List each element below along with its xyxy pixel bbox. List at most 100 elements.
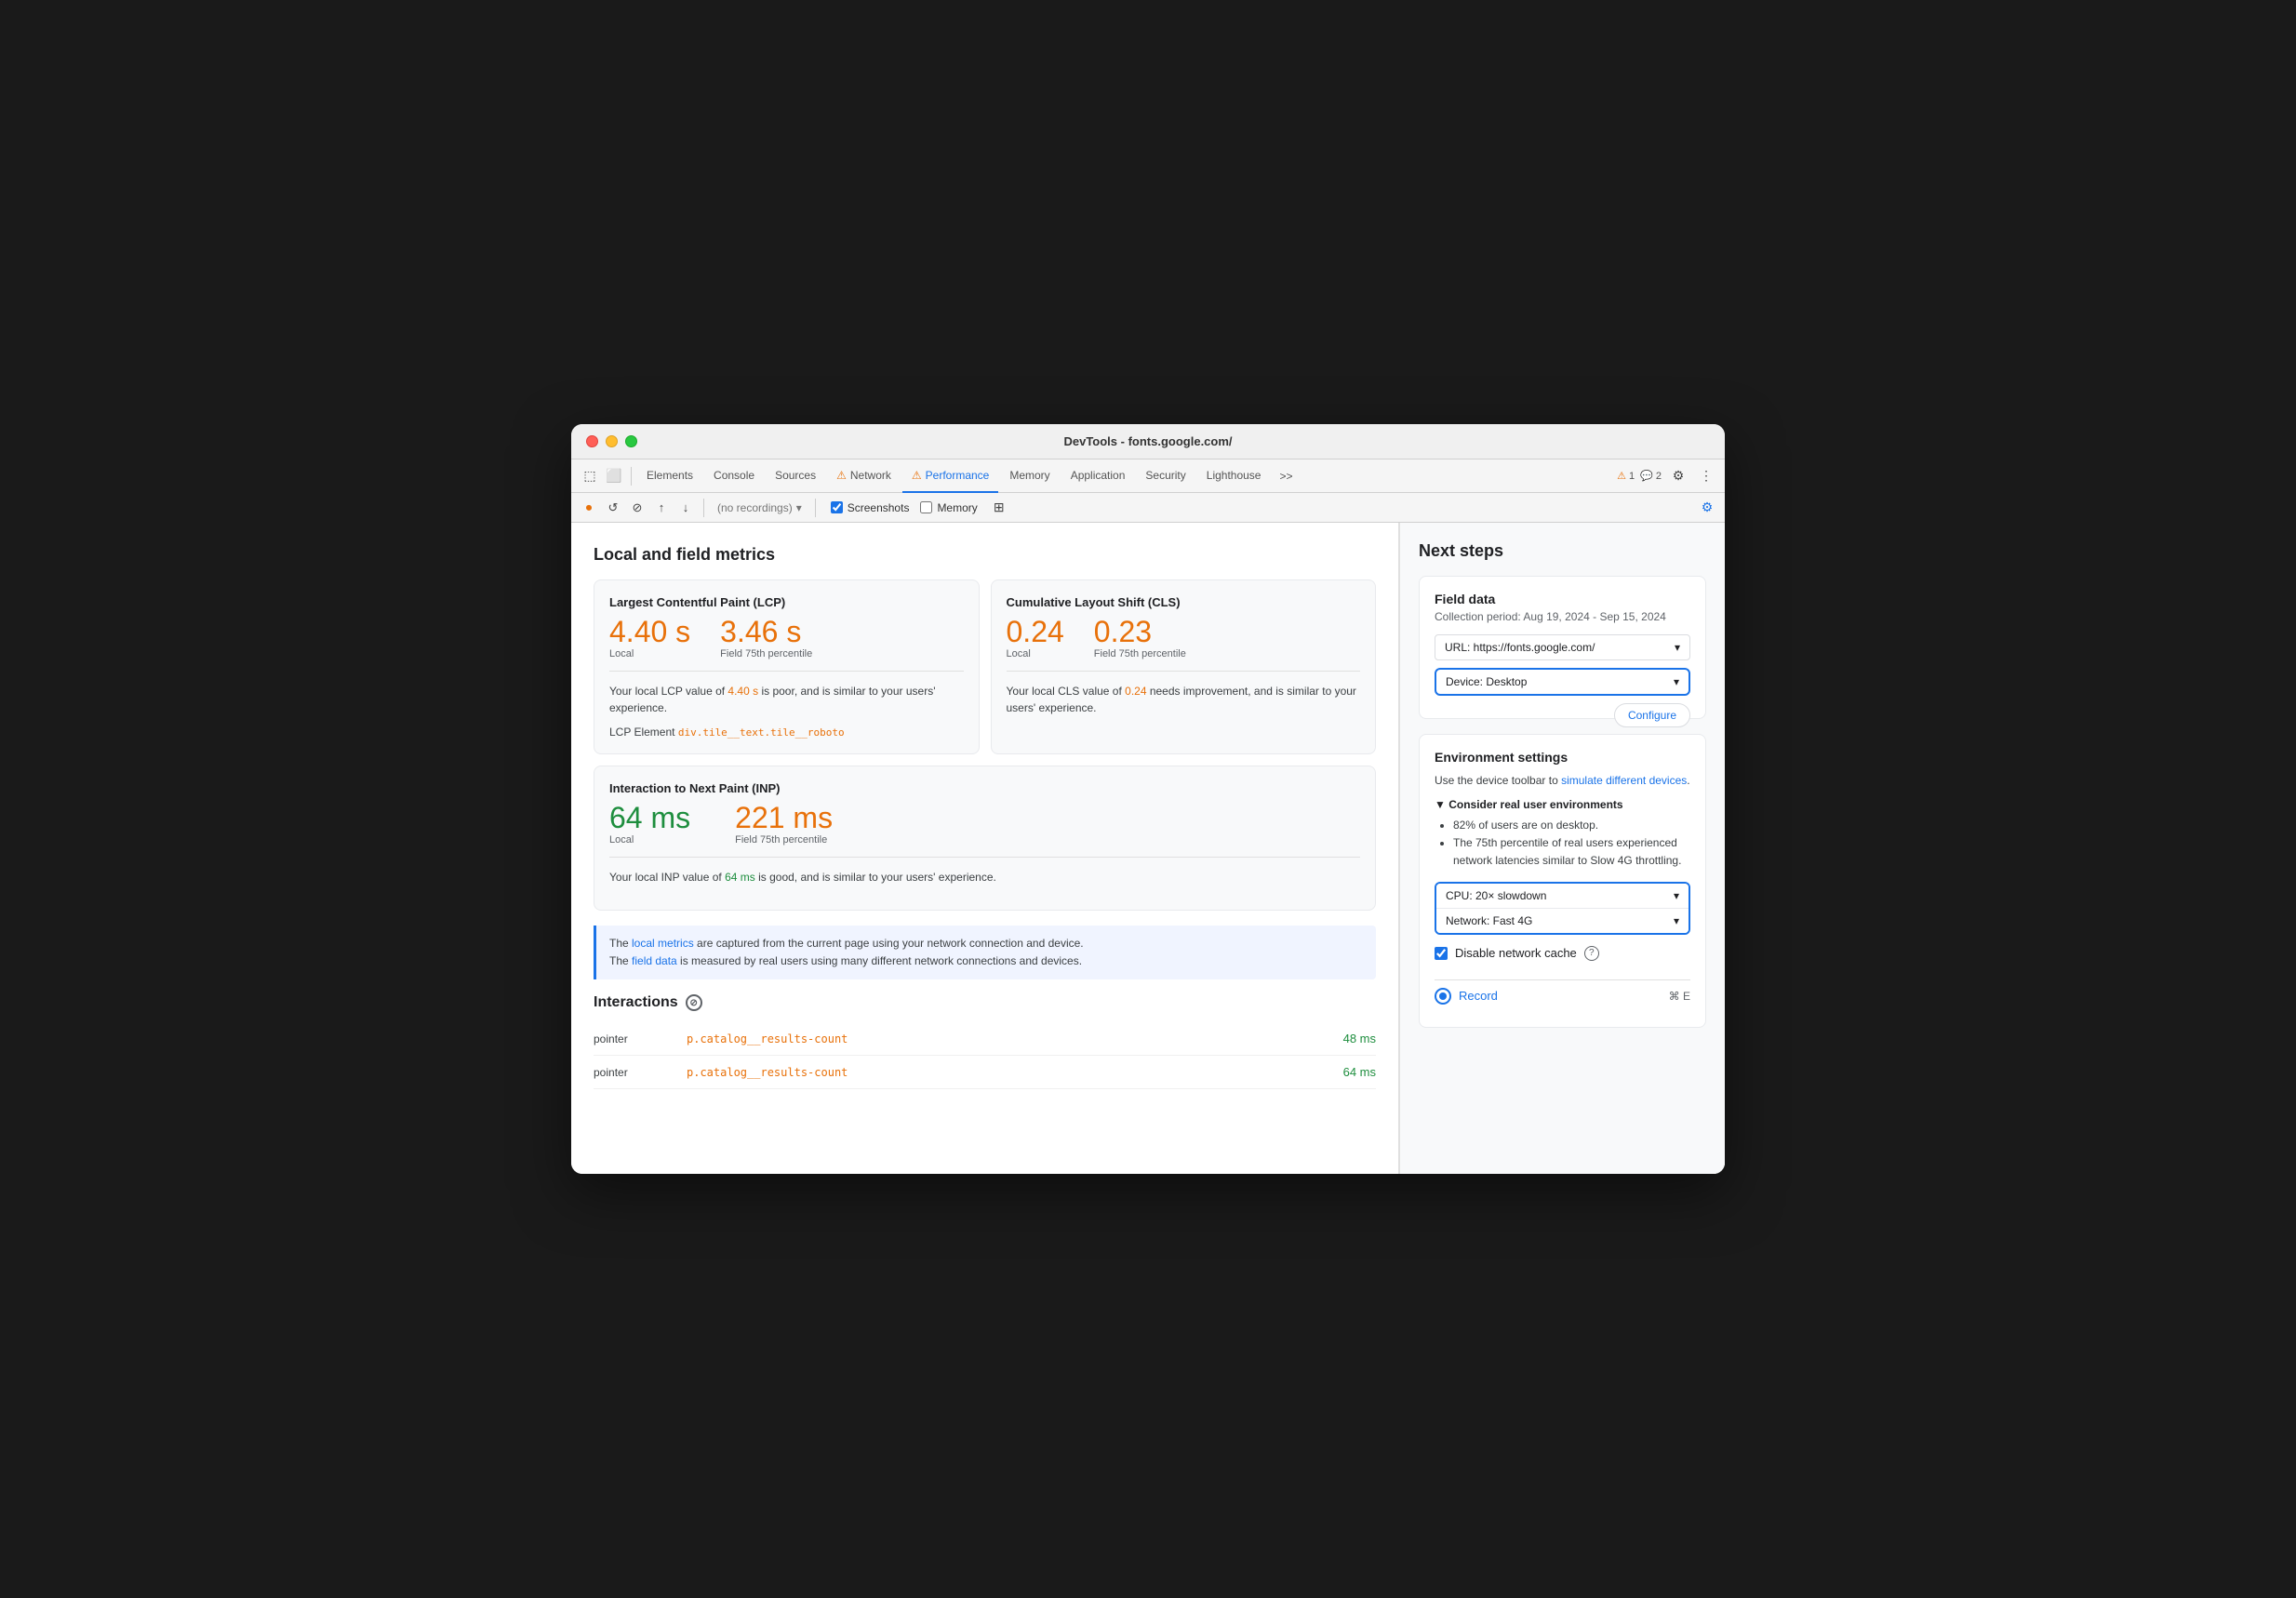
maximize-button[interactable] (625, 435, 637, 447)
reload-record-button[interactable]: ↺ (603, 498, 623, 518)
record-btn-row[interactable]: Record ⌘ E (1435, 979, 1690, 1012)
performance-toolbar: ⏺ ↺ ⊘ ↑ ↓ (no recordings) ▾ Screenshots … (571, 493, 1725, 523)
simulate-devices-link[interactable]: simulate different devices (1561, 774, 1687, 787)
device-icon[interactable]: ⬜ (603, 465, 625, 487)
device-dropdown-arrow: ▾ (1674, 675, 1679, 688)
memory-checkbox-label[interactable]: Memory (920, 501, 977, 514)
inp-description: Your local INP value of 64 ms is good, a… (609, 869, 1360, 886)
warning-badge[interactable]: ⚠ 1 (1617, 470, 1635, 482)
info-badge[interactable]: 💬 2 (1640, 470, 1662, 482)
url-dropdown-arrow: ▾ (1675, 641, 1680, 654)
block-icon: ⊘ (686, 994, 702, 1011)
record-dot (1439, 992, 1447, 1000)
inp-field-label: Field 75th percentile (735, 834, 833, 846)
inspect-icon[interactable]: ⬚ (579, 465, 601, 487)
grid-icon[interactable]: ⊞ (989, 498, 1009, 518)
record-circle-icon (1435, 988, 1451, 1005)
tab-memory-label: Memory (1009, 469, 1049, 482)
lcp-element-code[interactable]: div.tile__text.tile__roboto (678, 726, 845, 739)
inp-local-group: 64 ms Local (609, 803, 690, 846)
record-shortcut: ⌘ E (1669, 990, 1690, 1003)
interaction-selector-2[interactable]: p.catalog__results-count (687, 1066, 1343, 1079)
cpu-dropdown[interactable]: CPU: 20× slowdown ▾ (1436, 884, 1689, 909)
tab-performance[interactable]: ⚠ Performance (902, 459, 998, 493)
cls-title: Cumulative Layout Shift (CLS) (1007, 595, 1361, 609)
recordings-value: (no recordings) (717, 501, 793, 514)
memory-label: Memory (937, 501, 977, 514)
toolbar2-sep2 (815, 499, 816, 517)
settings-icon[interactable]: ⚙ (1667, 465, 1689, 487)
cls-desc-pre: Your local CLS value of (1007, 685, 1126, 698)
download-button[interactable]: ↓ (675, 498, 696, 518)
lcp-values: 4.40 s Local 3.46 s Field 75th percentil… (609, 617, 964, 672)
cls-local-label: Local (1007, 648, 1064, 659)
info-line1-pre: The (609, 937, 632, 950)
cls-local-value: 0.24 (1007, 617, 1064, 646)
left-panel: Local and field metrics Largest Contentf… (571, 523, 1399, 1174)
toolbar-right: ⚠ 1 💬 2 ⚙ ⋮ (1617, 465, 1717, 487)
local-metrics-link[interactable]: local metrics (632, 937, 694, 950)
more-options-icon[interactable]: ⋮ (1695, 465, 1717, 487)
settings-gear-icon[interactable]: ⚙ (1697, 498, 1717, 518)
interaction-type-2: pointer (594, 1066, 687, 1079)
configure-button[interactable]: Configure (1614, 703, 1690, 727)
tab-memory[interactable]: Memory (1000, 459, 1059, 493)
disable-cache-row: Disable network cache ? (1435, 946, 1690, 961)
cls-highlight: 0.24 (1125, 685, 1146, 698)
cls-values: 0.24 Local 0.23 Field 75th percentile (1007, 617, 1361, 672)
title-bar: DevTools - fonts.google.com/ (571, 424, 1725, 459)
upload-button[interactable]: ↑ (651, 498, 672, 518)
cls-field-value: 0.23 (1094, 617, 1186, 646)
screenshots-checkbox-label[interactable]: Screenshots (831, 501, 910, 514)
help-icon[interactable]: ? (1584, 946, 1599, 961)
lcp-card: Largest Contentful Paint (LCP) 4.40 s Lo… (594, 579, 980, 754)
memory-checkbox[interactable] (920, 501, 932, 513)
lcp-field-label: Field 75th percentile (720, 648, 812, 659)
close-button[interactable] (586, 435, 598, 447)
tab-network[interactable]: ⚠ Network (827, 459, 901, 493)
url-dropdown[interactable]: URL: https://fonts.google.com/ ▾ (1435, 634, 1690, 660)
lcp-local-value: 4.40 s (609, 617, 690, 646)
tab-sources-label: Sources (775, 469, 816, 482)
network-dropdown[interactable]: Network: Fast 4G ▾ (1436, 909, 1689, 933)
field-data-title: Field data (1435, 592, 1690, 606)
warning-count: 1 (1629, 471, 1635, 482)
tab-more-button[interactable]: >> (1272, 470, 1300, 483)
tab-console[interactable]: Console (704, 459, 764, 493)
metrics-grid: Largest Contentful Paint (LCP) 4.40 s Lo… (594, 579, 1376, 911)
cls-card: Cumulative Layout Shift (CLS) 0.24 Local… (991, 579, 1377, 754)
interaction-time-1: 48 ms (1343, 1032, 1376, 1045)
local-field-metrics-title: Local and field metrics (594, 545, 1376, 565)
lcp-field-value: 3.46 s (720, 617, 812, 646)
tab-security[interactable]: Security (1136, 459, 1195, 493)
field-data-link[interactable]: field data (632, 954, 677, 967)
toolbar2-sep (703, 499, 704, 517)
interaction-selector-1[interactable]: p.catalog__results-count (687, 1032, 1343, 1045)
consider-item-1: 82% of users are on desktop. (1453, 817, 1690, 834)
record-button[interactable]: ⏺ (579, 498, 599, 518)
inp-title: Interaction to Next Paint (INP) (609, 781, 1360, 795)
recordings-dropdown[interactable]: (no recordings) ▾ (712, 499, 808, 516)
window-title: DevTools - fonts.google.com/ (1063, 434, 1232, 448)
interaction-type-1: pointer (594, 1032, 687, 1045)
lcp-title: Largest Contentful Paint (LCP) (609, 595, 964, 609)
stop-button[interactable]: ⊘ (627, 498, 647, 518)
lcp-desc-pre: Your local LCP value of (609, 685, 728, 698)
info-box: The local metrics are captured from the … (594, 926, 1376, 979)
tab-sources[interactable]: Sources (766, 459, 825, 493)
right-panel: Next steps Field data Collection period:… (1399, 523, 1725, 1174)
devtools-window: DevTools - fonts.google.com/ ⬚ ⬜ Element… (571, 424, 1725, 1174)
url-dropdown-label: URL: https://fonts.google.com/ (1445, 641, 1595, 654)
device-dropdown[interactable]: Device: Desktop ▾ (1435, 668, 1690, 696)
main-content: Local and field metrics Largest Contentf… (571, 523, 1725, 1174)
lcp-highlight: 4.40 s (728, 685, 758, 698)
disable-cache-checkbox[interactable] (1435, 947, 1448, 960)
inp-local-label: Local (609, 834, 690, 846)
screenshots-checkbox[interactable] (831, 501, 843, 513)
cpu-dropdown-arrow: ▾ (1674, 889, 1679, 902)
env-desc-pre: Use the device toolbar to (1435, 774, 1561, 787)
tab-application[interactable]: Application (1061, 459, 1135, 493)
tab-elements[interactable]: Elements (637, 459, 702, 493)
tab-lighthouse[interactable]: Lighthouse (1197, 459, 1271, 493)
minimize-button[interactable] (606, 435, 618, 447)
